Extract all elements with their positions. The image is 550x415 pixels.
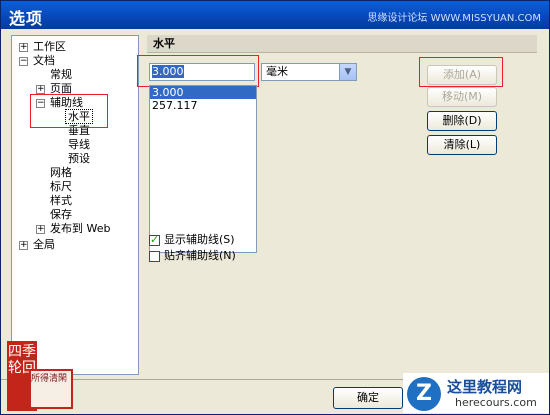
- guides-list[interactable]: 3.000 257.117: [149, 85, 257, 253]
- tree-item-guides[interactable]: 导线: [68, 138, 90, 152]
- category-tree: + 工作区 − 文档 常规 + 页面 − 辅助线 水平 垂直 导线 预设 网格 …: [11, 35, 139, 375]
- checkbox-icon: [149, 250, 160, 262]
- chevron-down-icon[interactable]: ▼: [339, 64, 356, 80]
- expand-icon[interactable]: +: [36, 85, 45, 94]
- delete-button[interactable]: 删除(D): [427, 111, 497, 131]
- tree-item-presets[interactable]: 预设: [68, 152, 90, 166]
- tree-item-workspace[interactable]: 工作区: [33, 40, 66, 54]
- tree-item-grid[interactable]: 网格: [50, 166, 72, 180]
- tree-item-save[interactable]: 保存: [50, 208, 72, 222]
- tree-item-publish-web[interactable]: 发布到 Web: [50, 222, 110, 236]
- tree-item-styles[interactable]: 样式: [50, 194, 72, 208]
- show-guides-checkbox[interactable]: 显示辅助线(S): [149, 233, 235, 247]
- highlight-box: [419, 57, 503, 87]
- snap-guides-label: 贴齐辅助线(N): [164, 249, 236, 262]
- options-dialog: 选项 思缘设计论坛 WWW.MISSYUAN.COM + 工作区 − 文档 常规…: [0, 0, 550, 415]
- list-item[interactable]: 3.000: [150, 86, 256, 99]
- highlight-box: [30, 94, 108, 128]
- tree-item-global[interactable]: 全局: [33, 238, 55, 252]
- checkbox-checked-icon: [149, 233, 160, 247]
- collapse-icon[interactable]: −: [19, 57, 28, 66]
- logo-icon: Z: [407, 377, 441, 411]
- highlight-box: [137, 55, 259, 87]
- unit-select[interactable]: 毫米 ▼: [261, 63, 357, 81]
- expand-icon[interactable]: +: [19, 43, 28, 52]
- site-logo: Z 这里教程网 herecours.com: [403, 373, 549, 413]
- site-url: herecours.com: [455, 396, 537, 409]
- expand-icon[interactable]: +: [36, 225, 45, 234]
- snap-guides-checkbox[interactable]: 贴齐辅助线(N): [149, 249, 236, 263]
- watermark: 思缘设计论坛 WWW.MISSYUAN.COM: [367, 13, 541, 24]
- clear-button[interactable]: 清除(L): [427, 135, 497, 155]
- window-title: 选项: [9, 9, 44, 28]
- move-button[interactable]: 移动(M): [427, 87, 497, 107]
- expand-icon[interactable]: +: [19, 241, 28, 250]
- ok-button[interactable]: 确定: [333, 387, 403, 409]
- tree-item-rulers[interactable]: 标尺: [50, 180, 72, 194]
- seal-image: 所得清閑: [29, 369, 73, 409]
- settings-panel: 水平 3.000 毫米 ▼ 3.000 257.117 添加(A) 移动(M) …: [137, 35, 537, 375]
- unit-select-value: 毫米: [266, 65, 288, 78]
- tree-item-general[interactable]: 常规: [50, 68, 72, 82]
- list-item[interactable]: 257.117: [150, 99, 256, 112]
- panel-heading: 水平: [147, 35, 537, 53]
- tree-item-document[interactable]: 文档: [33, 54, 55, 68]
- site-title: 这里教程网: [447, 378, 523, 396]
- title-bar: 选项 思缘设计论坛 WWW.MISSYUAN.COM: [1, 1, 549, 29]
- show-guides-label: 显示辅助线(S): [164, 233, 235, 246]
